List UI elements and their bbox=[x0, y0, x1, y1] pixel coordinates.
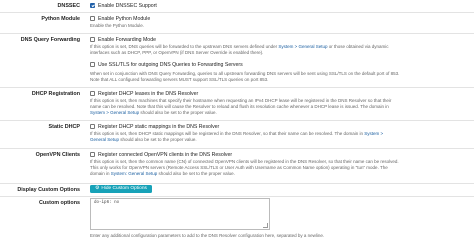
help-text: name can be resolved. Note that this wil… bbox=[90, 104, 389, 110]
textarea-value: do-ip6: no bbox=[94, 201, 120, 205]
static-dhcp-checkbox[interactable] bbox=[90, 124, 95, 129]
divider bbox=[0, 120, 474, 121]
ssl-tls-checkbox-label[interactable]: Use SSL/TLS for outgoing DNS Queries to … bbox=[98, 62, 243, 68]
display-custom-options-label: Display Custom Options bbox=[17, 187, 80, 193]
button-label: Hide Custom Options bbox=[101, 186, 147, 191]
static-dhcp-help: If this option is set, then DHCP static … bbox=[90, 131, 383, 143]
divider bbox=[0, 148, 474, 149]
general-setup-link[interactable]: System > General Setup bbox=[90, 110, 139, 115]
dhcp-registration-label: DHCP Registration bbox=[31, 91, 80, 97]
custom-options-help: Enter any additional configuration param… bbox=[90, 233, 325, 238]
static-dhcp-label: Static DHCP bbox=[48, 124, 80, 130]
openvpn-clients-help: If this option is set, then the common n… bbox=[90, 159, 399, 177]
help-text: should also be set to the proper value. bbox=[119, 137, 197, 143]
help-text: should also be set to the proper value. bbox=[139, 110, 217, 116]
python-module-checkbox-label[interactable]: Enable Python Module bbox=[98, 16, 150, 22]
help-text: This only works for OpenVPN servers (Rem… bbox=[90, 165, 388, 171]
system-link[interactable]: System > bbox=[364, 131, 383, 136]
help-text: When set in conjunction with DNS Query F… bbox=[90, 71, 400, 76]
hide-custom-options-button[interactable]: ⚙ Hide Custom Options bbox=[90, 185, 152, 193]
help-text: should also be set to the proper value. bbox=[157, 171, 235, 177]
gear-icon: ⚙ bbox=[95, 186, 100, 191]
divider bbox=[0, 12, 474, 13]
dhcp-registration-checkbox-label[interactable]: Register DHCP leases in the DNS Resolver bbox=[98, 91, 198, 97]
dhcp-registration-checkbox[interactable] bbox=[90, 91, 95, 96]
divider bbox=[0, 196, 474, 197]
dns-query-forwarding-label: DNS Query Forwarding bbox=[20, 37, 80, 43]
divider bbox=[0, 87, 474, 88]
ssl-tls-help: When set in conjunction with DNS Query F… bbox=[90, 71, 399, 83]
ssl-tls-checkbox[interactable] bbox=[90, 62, 95, 67]
openvpn-clients-label: OpenVPN Clients bbox=[35, 152, 80, 158]
help-text: If this option is set, then DHCP static … bbox=[90, 131, 365, 136]
resize-handle-icon[interactable] bbox=[263, 223, 268, 228]
openvpn-clients-checkbox[interactable] bbox=[90, 152, 95, 157]
general-setup-link[interactable]: System: General Setup bbox=[111, 171, 158, 176]
custom-options-textarea[interactable]: do-ip6: no bbox=[90, 198, 270, 230]
dhcp-registration-help: If this option is set, then machines tha… bbox=[90, 98, 391, 116]
help-text: If this option is set, then the common n… bbox=[90, 159, 399, 164]
help-text: domain in bbox=[90, 171, 111, 177]
dnssec-checkbox-label[interactable]: Enable DNSSEC Support bbox=[98, 3, 157, 9]
help-text: Note that ALL configured forwarding serv… bbox=[90, 77, 269, 83]
python-module-help: Enable the Python Module. bbox=[90, 23, 145, 28]
static-dhcp-checkbox-label[interactable]: Register DHCP static mappings in the DNS… bbox=[98, 124, 219, 130]
help-text: If this option is set, DNS queries will … bbox=[90, 44, 279, 49]
dnssec-label: DNSSEC bbox=[57, 3, 80, 9]
python-module-label: Python Module bbox=[41, 16, 80, 22]
general-setup-link[interactable]: General Setup bbox=[90, 137, 119, 142]
divider bbox=[0, 183, 474, 184]
forwarding-mode-help: If this option is set, DNS queries will … bbox=[90, 44, 389, 56]
help-text: If this option is set, then machines tha… bbox=[90, 98, 392, 103]
openvpn-clients-checkbox-label[interactable]: Register connected OpenVPN clients in th… bbox=[98, 152, 232, 158]
help-text: interfaces such as DHCP, PPP, or OpenVPN… bbox=[90, 50, 264, 56]
custom-options-label: Custom options bbox=[38, 200, 80, 206]
divider bbox=[0, 33, 474, 34]
python-module-checkbox[interactable] bbox=[90, 16, 95, 21]
forwarding-mode-checkbox-label[interactable]: Enable Forwarding Mode bbox=[98, 37, 156, 43]
forwarding-mode-checkbox[interactable] bbox=[90, 37, 95, 42]
general-setup-link[interactable]: System > General Setup bbox=[278, 44, 327, 49]
dnssec-checkbox[interactable] bbox=[90, 3, 95, 8]
help-text: or those obtained via dynamic bbox=[327, 44, 389, 49]
